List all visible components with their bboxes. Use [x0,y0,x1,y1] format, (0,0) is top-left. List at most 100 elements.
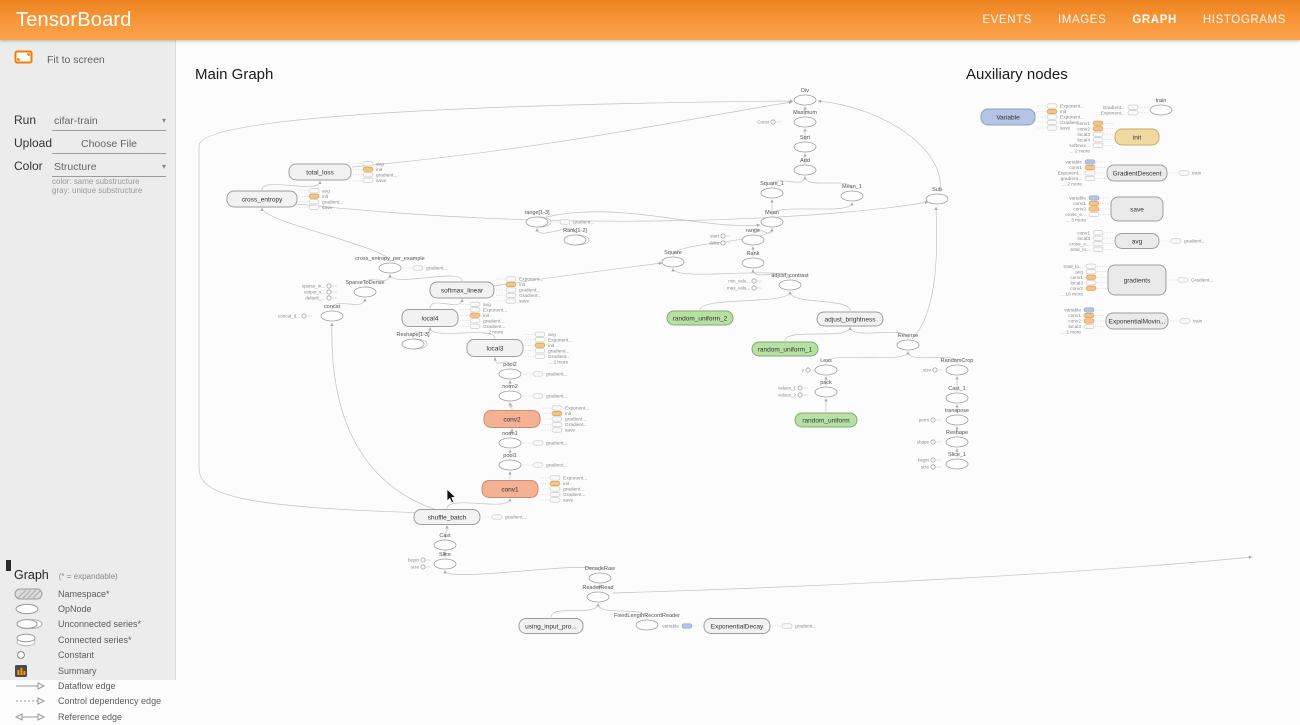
svg-text:cross_entropy_per_example: cross_entropy_per_example [355,256,424,262]
graph-node-div[interactable]: Div [794,88,816,105]
reference-edge-icon [14,712,48,722]
graph-node-square[interactable]: Square [662,250,684,267]
color-select[interactable]: Structure▾ [52,159,166,177]
graph-node-sub[interactable]: Sub [926,187,948,204]
graph-node-random_uniform_1[interactable]: random_uniform_1 [752,342,818,356]
graph-node-cast_1[interactable]: Cast_1 [946,386,968,403]
graph-node-softmax_linear[interactable]: softmax_linearExponent...initgradient...… [430,277,543,305]
svg-text:save: save [1130,206,1144,213]
chevron-down-icon: ▾ [162,162,166,171]
graph-node-pool1[interactable]: pool1gradient... [499,453,567,470]
graph-canvas[interactable]: Div MaximumConst Sqrt Add Square_1 Mean_1 Sub M… [0,0,1300,680]
graph-node-add[interactable]: Add [794,158,816,175]
graph-node-pack[interactable]: packvalues_1values_2 [778,380,837,398]
svg-text:conv2: conv2 [503,416,521,423]
svg-text:total_lo...: total_lo... [1064,264,1083,270]
graph-node-reshape13[interactable]: Reshape[1-3] [396,332,429,349]
graph-node-aux_variable[interactable]: VariableExponent...initExponent...Gradie… [981,104,1084,132]
graph-node-sqrt[interactable]: Sqrt [794,135,816,152]
run-select[interactable]: cifar-train▾ [52,113,166,131]
svg-text:local3: local3 [487,345,504,352]
graph-node-aux_avg[interactable]: avggradient...conv1local3cross_e...total… [1069,230,1205,253]
svg-text:Exponent...: Exponent... [563,476,587,482]
svg-text:norm1: norm1 [502,431,518,437]
legend-row-reference-edge: Reference edge [14,709,161,724]
graph-node-cast[interactable]: Cast [434,533,456,550]
graph-node-shuffle_batch[interactable]: shuffle_batchgradient... [414,510,526,525]
svg-text:size: size [921,465,929,470]
graph-node-transpose[interactable]: transposeperm [919,408,969,425]
svg-text:total_loss: total_loss [306,169,334,176]
svg-text:avg: avg [1132,238,1143,245]
svg-text:variable: variable [1064,308,1081,314]
graph-node-aux_init[interactable]: initconv1conv2local3local4softmax...... … [1069,121,1159,155]
graph-node-aux_gradients[interactable]: gradientsGradient...total_lo...avgconv1l… [1060,264,1213,298]
graph-node-norm1[interactable]: norm1 gradient... [499,431,567,448]
graph-node-aux_gradientdescent[interactable]: GradientDescenttrainvariableconv1Exponen… [1058,160,1202,188]
graph-node-aux_train[interactable]: trainGradient...Exponent... [1101,98,1172,116]
svg-text:save: save [1060,127,1070,132]
graph-node-concat[interactable]: concatconcat_d... [278,304,343,321]
graph-node-total_loss[interactable]: total_lossavginitgradient...save [289,162,397,184]
graph-node-local3[interactable]: local3avgExponent...initgradient...Gradi… [467,332,572,365]
svg-text:max_valu...: max_valu... [727,286,750,291]
graph-node-less[interactable]: Lessy [802,358,837,375]
graph-node-reshape_r[interactable]: Reshapeshape [917,430,968,447]
svg-text:conv2: conv2 [1070,286,1083,292]
fit-to-screen-icon[interactable] [14,50,33,69]
fit-to-screen-label[interactable]: Fit to screen [47,54,105,66]
tab-images[interactable]: IMAGES [1058,14,1106,26]
svg-text:cross_e...: cross_e... [1069,241,1090,247]
tab-graph[interactable]: GRAPH [1132,14,1177,26]
svg-text:gradient...: gradient... [546,441,567,447]
tab-histograms[interactable]: HISTOGRAMS [1203,14,1286,26]
svg-text:local4: local4 [422,315,439,322]
scroll-notch-icon [6,560,11,571]
svg-text:ExponentialMovin...: ExponentialMovin... [1109,318,1166,325]
graph-node-random_uniform[interactable]: random_uniform [795,413,857,427]
graph-node-conv1[interactable]: conv1Exponent...initgradient...Gradient.… [482,476,587,504]
svg-text:norm2: norm2 [502,384,518,390]
svg-text:init: init [483,313,490,319]
graph-node-cep[interactable]: cross_entropy_per_examplegradient... [355,256,447,273]
svg-text:avg: avg [483,303,491,308]
graph-node-using_input[interactable]: using_input_pro... [519,619,583,634]
graph-node-adjust_brightness[interactable]: adjust_brightness [817,312,883,326]
graph-node-aux_ema[interactable]: ExponentialMovin...trainvariableconv1con… [1061,308,1203,336]
svg-text:FixedLengthRecordReader: FixedLengthRecordReader [614,613,680,619]
svg-text:Square_1: Square_1 [760,181,784,187]
graph-node-norm2[interactable]: norm2gradient... [499,384,567,401]
graph-node-rank12[interactable]: Rank[1-2] [563,228,589,245]
graph-node-range13[interactable]: range[1-3]gradient... [524,210,594,227]
nav-tabs: EVENTS IMAGES GRAPH HISTOGRAMS [982,14,1300,26]
tab-events[interactable]: EVENTS [982,14,1032,26]
graph-node-conv2[interactable]: conv2Exponent...initgradient...Gradient.… [484,406,589,434]
graph-node-decoderaw[interactable]: DecodeRaw [585,566,615,583]
graph-node-mean[interactable]: Mean [761,210,783,227]
graph-node-slice[interactable]: Slicebeginsize [408,552,456,570]
graph-node-random_uniform_2[interactable]: random_uniform_2 [667,311,733,325]
graph-node-square_1[interactable]: Square_1 [760,181,784,198]
graph-node-exponentialdecay[interactable]: ExponentialDecaygradient...variable [662,619,816,634]
graph-node-maximum[interactable]: MaximumConst [757,110,817,127]
graph-node-aux_save[interactable]: savevariableconv1conv2cross_e...... 3 mo… [1065,196,1163,224]
graph-node-mean_1[interactable]: Mean_1 [841,184,863,201]
svg-text:Gradient...: Gradient... [1191,278,1213,284]
legend-label: OpNode [58,604,92,614]
choose-file-button[interactable]: Choose File [52,136,166,154]
graph-node-cross_entropy[interactable]: cross_entropyavginitgradient...save [227,189,343,211]
svg-text:avg: avg [1075,270,1083,275]
graph-node-sparsetodense[interactable]: SparseToDensesparse_in...output_s...defa… [302,280,385,301]
graph-node-adjust_contrast[interactable]: adjust_contrastmin_valu...max_valu... [727,273,809,291]
graph-node-readerread[interactable]: ReaderRead [582,585,613,602]
upload-label: Upload [14,136,48,150]
svg-text:range[1-3]: range[1-3] [524,210,550,216]
graph-node-rank[interactable]: Rank [742,251,764,268]
graph-node-range_op[interactable]: rangestartdelta [709,228,764,246]
graph-node-randomcrop[interactable]: RandomCropsize [923,358,973,375]
graph-node-reverse[interactable]: Reverse [897,333,919,350]
svg-text:adjust_brightness: adjust_brightness [825,316,877,323]
graph-node-local4[interactable]: local4avgExponent...initgradient...Gradi… [402,302,507,335]
graph-node-slice_1[interactable]: Slice_1beginsize [918,452,968,470]
svg-text:Gradient...: Gradient... [563,492,585,498]
